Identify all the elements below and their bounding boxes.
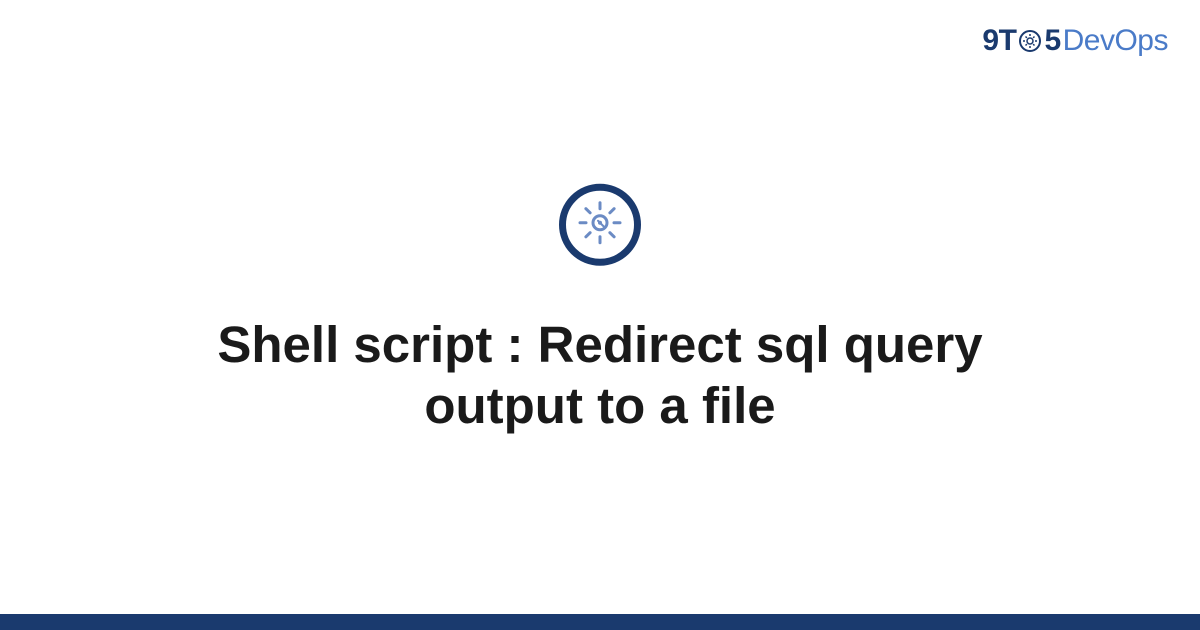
footer-accent-bar [0,614,1200,630]
page-title: Shell script : Redirect sql query output… [150,314,1050,436]
gear-icon [576,198,624,251]
main-content: Shell script : Redirect sql query output… [0,184,1200,436]
logo-text-t: T [999,24,1017,58]
gear-icon [1017,28,1043,54]
logo-text-9: 9 [982,24,998,58]
logo-text-5: 5 [1044,24,1060,58]
logo-text-devops: DevOps [1063,24,1168,58]
site-logo: 9 T 5 DevOps [982,24,1168,58]
hero-icon-circle [559,184,641,266]
